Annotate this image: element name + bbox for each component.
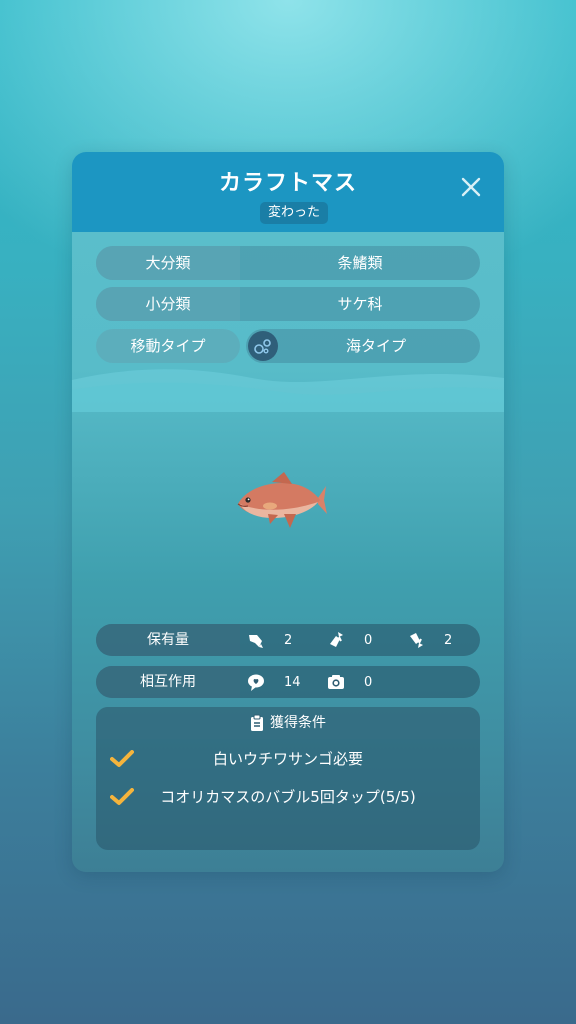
minor-class-row: 小分類 サケ科 <box>96 287 480 321</box>
close-icon[interactable] <box>456 172 486 202</box>
fish-detail-card: カラフトマス 変わった 大分類 条鰭類 小分類 サケ科 移動タイプ 海タイプ 保… <box>72 152 504 872</box>
holdings-down-count: 2 <box>444 632 453 648</box>
fish-down-icon <box>410 633 423 648</box>
acquisition-conditions-panel: 獲得条件 白いウチワサンゴ必要 コオリカマスのバブル5回タップ(5/5) <box>96 707 480 850</box>
move-type-value-box: 海タイプ <box>246 329 480 363</box>
speech-bubble-icon <box>248 674 264 691</box>
interaction-label: 相互作用 <box>96 666 240 698</box>
interaction-row: 相互作用 14 0 <box>96 666 480 698</box>
water-surface-wave <box>72 369 504 412</box>
move-type-value: 海タイプ <box>345 337 406 355</box>
holdings-label: 保有量 <box>96 624 240 656</box>
screen: { "header": { "title": "カラフトマス", "badge"… <box>0 0 576 1024</box>
interaction-photo-count: 0 <box>364 674 373 690</box>
minor-class-label: 小分類 <box>96 287 240 321</box>
interaction-photo: 0 <box>326 666 372 698</box>
holdings-total: 2 <box>246 624 292 656</box>
condition-item: コオリカマスのバブル5回タップ(5/5) <box>96 781 480 813</box>
fish-up-icon <box>330 632 343 647</box>
major-class-label: 大分類 <box>96 246 240 280</box>
fish-name: カラフトマス <box>218 171 357 196</box>
minor-class-value: サケ科 <box>337 295 383 313</box>
condition-item: 白いウチワサンゴ必要 <box>96 743 480 775</box>
interaction-talk: 14 <box>246 666 301 698</box>
condition-text: コオリカマスのバブル5回タップ(5/5) <box>160 788 416 806</box>
interaction-talk-count: 14 <box>284 674 301 690</box>
conditions-title: 獲得条件 <box>270 715 326 731</box>
holdings-row: 保有量 2 0 2 <box>96 624 480 656</box>
holdings-up: 0 <box>326 624 372 656</box>
condition-text: 白いウチワサンゴ必要 <box>212 750 363 768</box>
move-type-row: 移動タイプ 海タイプ <box>96 329 480 363</box>
holdings-up-count: 0 <box>364 632 373 648</box>
camera-icon <box>328 675 344 689</box>
holdings-down: 2 <box>406 624 452 656</box>
move-type-label: 移動タイプ <box>96 329 240 363</box>
major-class-value: 条鰭類 <box>337 254 383 272</box>
salmon-fish-image <box>237 472 327 528</box>
clipboard-icon <box>251 714 263 731</box>
rarity-badge: 変わった <box>260 202 328 224</box>
sea-type-icon <box>248 331 278 361</box>
card-header: カラフトマス 変わった <box>72 152 504 232</box>
holdings-total-count: 2 <box>284 632 293 648</box>
fish-icon <box>249 635 263 648</box>
major-class-row: 大分類 条鰭類 <box>96 246 480 280</box>
conditions-header: 獲得条件 <box>96 707 480 739</box>
